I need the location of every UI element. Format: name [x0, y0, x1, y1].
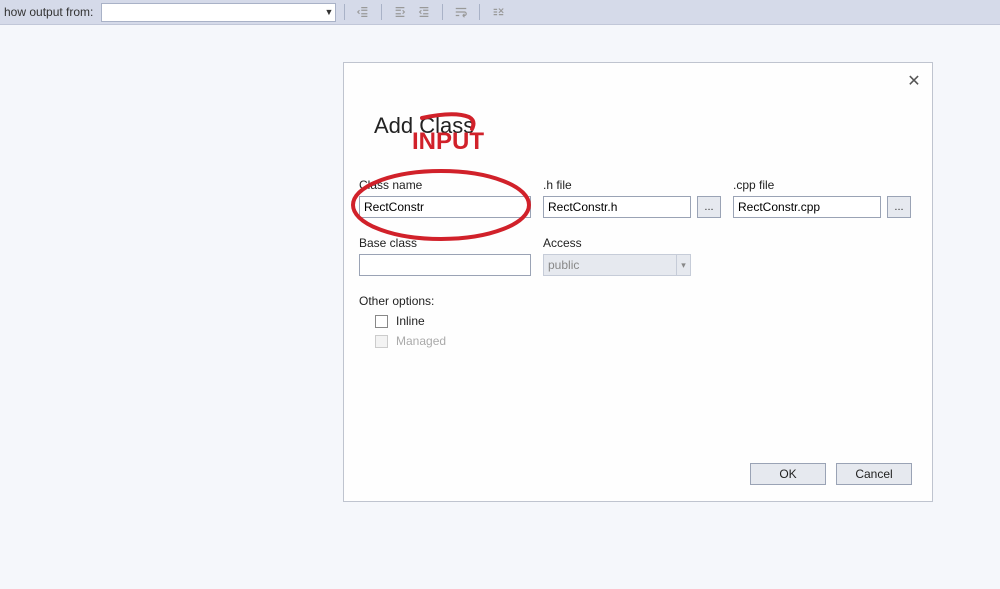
- class-name-input[interactable]: [359, 196, 531, 218]
- toolbar-separator: [479, 4, 480, 20]
- cpp-file-input[interactable]: [733, 196, 881, 218]
- inline-checkbox[interactable]: [375, 315, 388, 328]
- managed-checkbox: [375, 335, 388, 348]
- word-wrap-icon[interactable]: [451, 2, 471, 22]
- h-file-input[interactable]: [543, 196, 691, 218]
- base-class-label: Base class: [359, 236, 531, 250]
- cpp-file-label: .cpp file: [733, 178, 881, 192]
- indent-right-icon[interactable]: [414, 2, 434, 22]
- chevron-down-icon: ▼: [324, 7, 333, 17]
- access-dropdown[interactable]: public ▾: [543, 254, 691, 276]
- outdent-icon[interactable]: [353, 2, 373, 22]
- managed-checkbox-row: Managed: [375, 334, 917, 348]
- ok-button[interactable]: OK: [750, 463, 826, 485]
- output-from-label: how output from:: [4, 5, 93, 19]
- add-class-dialog: ✕ Add Class Class name .h file ... .cpp …: [343, 62, 933, 502]
- h-file-browse-button[interactable]: ...: [697, 196, 721, 218]
- dialog-body: Class name .h file ... .cpp file ...: [359, 178, 917, 354]
- toolbar-separator: [381, 4, 382, 20]
- class-name-label: Class name: [359, 178, 531, 192]
- output-toolbar: how output from: ▼: [0, 0, 1000, 25]
- output-source-dropdown[interactable]: ▼: [101, 3, 336, 22]
- access-label: Access: [543, 236, 691, 250]
- base-class-input[interactable]: [359, 254, 531, 276]
- h-file-label: .h file: [543, 178, 691, 192]
- indent-left-icon[interactable]: [390, 2, 410, 22]
- cpp-file-browse-button[interactable]: ...: [887, 196, 911, 218]
- close-button[interactable]: ✕: [904, 71, 924, 91]
- other-options-label: Other options:: [359, 294, 917, 308]
- access-value: public: [548, 258, 579, 272]
- toolbar-separator: [344, 4, 345, 20]
- cancel-button[interactable]: Cancel: [836, 463, 912, 485]
- inline-label: Inline: [396, 314, 425, 328]
- dialog-footer: OK Cancel: [750, 463, 912, 485]
- toolbar-separator: [442, 4, 443, 20]
- managed-label: Managed: [396, 334, 446, 348]
- clear-icon[interactable]: [488, 2, 508, 22]
- dialog-title: Add Class: [374, 113, 474, 139]
- chevron-down-icon: ▾: [676, 255, 690, 275]
- inline-checkbox-row[interactable]: Inline: [375, 314, 917, 328]
